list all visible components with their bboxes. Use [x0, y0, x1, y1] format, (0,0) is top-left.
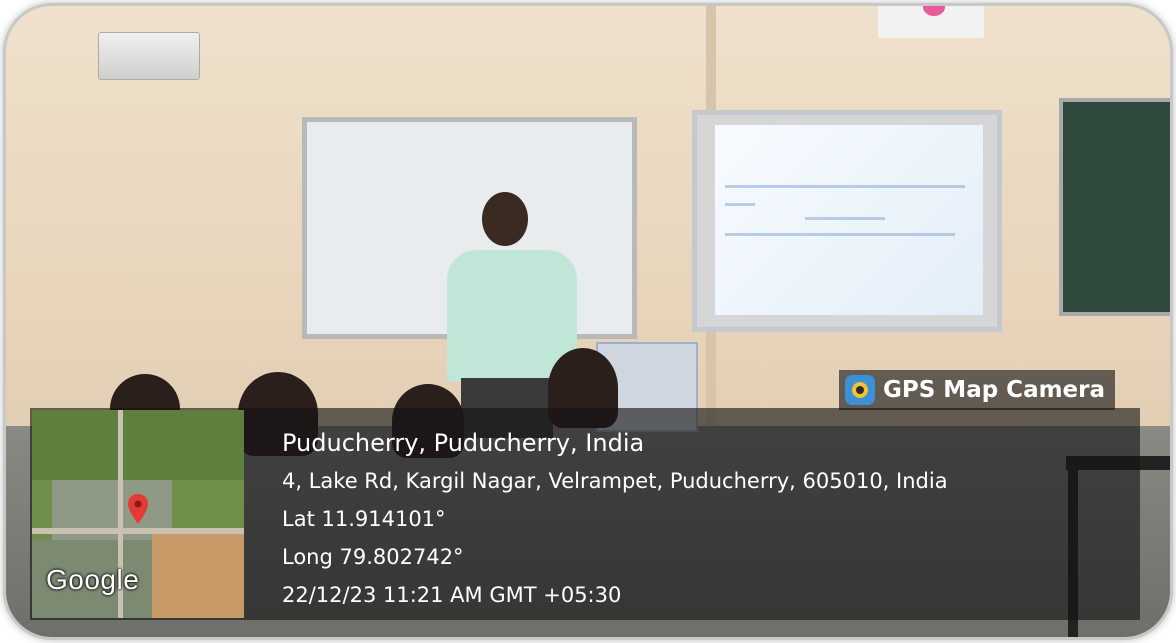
map-open-ground — [152, 530, 244, 618]
location-title: Puducherry, Puducherry, India — [282, 429, 645, 457]
smart-class-sign — [878, 6, 984, 38]
teacher-head — [482, 192, 528, 246]
chalkboard — [1059, 98, 1170, 316]
projected-slide — [715, 125, 983, 315]
map-road — [32, 528, 244, 534]
location-details: Puducherry, Puducherry, India 4, Lake Rd… — [282, 424, 948, 614]
google-logo: Google — [46, 564, 140, 595]
camera-lens-icon — [845, 375, 875, 405]
map-vegetation — [32, 410, 244, 480]
timestamp: 22/12/23 11:21 AM GMT +05:30 — [282, 583, 622, 607]
gps-map-camera-badge: GPS Map Camera — [839, 370, 1116, 410]
latitude: Lat 11.914101° — [282, 507, 446, 531]
projector-screen — [692, 110, 1002, 332]
map-pin-icon — [128, 494, 148, 524]
map-thumbnail: Google — [32, 410, 244, 618]
badge-label: GPS Map Camera — [883, 377, 1106, 403]
location-address: 4, Lake Rd, Kargil Nagar, Velrampet, Pud… — [282, 469, 948, 493]
longitude: Long 79.802742° — [282, 545, 464, 569]
wall-speaker — [98, 32, 200, 80]
